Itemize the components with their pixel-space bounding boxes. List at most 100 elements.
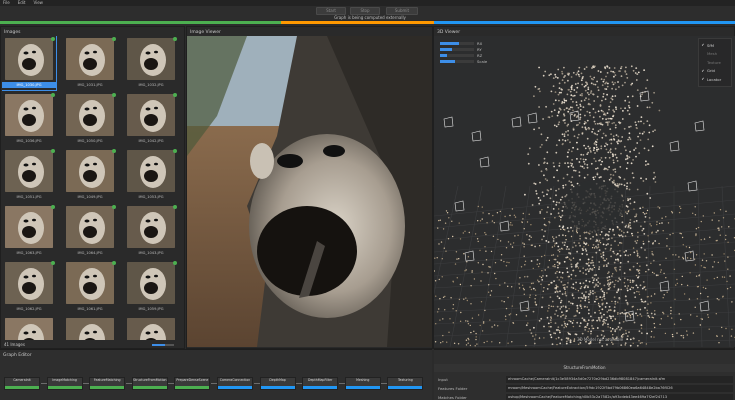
graph-node-status-bar [388, 386, 423, 389]
layer-toggle-sfm[interactable]: ✔ SfM [701, 41, 729, 50]
layer-toggle-locator[interactable]: ✔ Locator [701, 75, 729, 84]
graph-node[interactable]: StructureFromMotion [131, 377, 168, 390]
camera-control-label: RZ [477, 52, 483, 58]
camera-frustum [519, 300, 530, 312]
thumbnail-photo [5, 262, 53, 304]
viewer-3d-status: 3D Model not available [576, 337, 624, 342]
graph-node[interactable]: CameraConnection [217, 377, 253, 390]
attribute-editor-node-title: StructureFromMotion [434, 364, 735, 372]
camera-control-slider[interactable] [440, 47, 474, 51]
layer-label: Locator [707, 76, 722, 82]
camera-frustum [499, 220, 510, 232]
graph-node[interactable]: PrepareDenseScene [174, 377, 211, 390]
graph-node-status-bar [260, 386, 295, 389]
attribute-key: Input [438, 376, 448, 382]
camera-control-slider[interactable] [440, 53, 474, 57]
image-thumbnail[interactable]: IMG_1042.JPG [124, 92, 178, 146]
graph-node[interactable]: Meshing [344, 377, 381, 390]
image-count: 41 Images [4, 342, 25, 347]
image-thumbnail[interactable] [63, 316, 117, 340]
thumbnail-caption: IMG_1043.JPG [138, 251, 164, 255]
camera-control-slider[interactable] [440, 59, 474, 63]
reconstructed-status-icon [112, 37, 116, 41]
image-thumbnail[interactable]: IMG_1064.JPG [63, 204, 117, 258]
layer-toggle-grid[interactable]: ✔ Grid [701, 67, 729, 76]
thumbnail-photo [66, 94, 114, 136]
graph-node[interactable]: CameraInit [4, 377, 40, 390]
camera-frustum [454, 200, 465, 212]
camera-frustum [443, 116, 454, 128]
image-thumbnail[interactable]: IMG_1036.JPG [2, 92, 56, 146]
reconstructed-status-icon [51, 37, 55, 41]
thumbnail-caption: IMG_1051.JPG [16, 195, 42, 199]
thumbnail-size-slider[interactable] [152, 344, 174, 346]
reconstructed-status-icon [51, 149, 55, 153]
image-thumbnail[interactable]: IMG_1061.JPG [63, 260, 117, 314]
graph-node-label: Meshing [356, 378, 370, 382]
layer-toggle-mesh[interactable]: Mesh [701, 50, 729, 59]
images-panel-title: Images [4, 30, 21, 35]
camera-control-scale[interactable]: Scale [440, 58, 500, 64]
reconstructed-status-icon [173, 37, 177, 41]
graph-node-status-bar [90, 386, 125, 389]
thumbnail-photo [127, 318, 175, 340]
thumbnail-photo [66, 206, 114, 248]
image-thumbnail[interactable]: IMG_1062.JPG [2, 260, 56, 314]
thumbnail-caption: IMG_1032.JPG [138, 83, 164, 87]
thumbnail-caption: IMG_1062.JPG [16, 307, 42, 311]
graph-node-status-bar [345, 386, 380, 389]
graph-node[interactable]: DepthMap [259, 377, 296, 390]
camera-frustum [659, 280, 670, 292]
graph-node[interactable]: Texturing [387, 377, 424, 390]
attribute-row: Matches Folder oshop/MeshroomCache/Featur… [436, 393, 733, 400]
graph-editor[interactable]: Graph Editor CameraInit ImageMatching Feat… [0, 349, 432, 400]
checkbox-icon: ✔ [701, 68, 705, 73]
camera-control-slider[interactable] [440, 41, 474, 45]
attribute-value-field[interactable]: oshop/MeshroomCache/FeatureMatching/d0b5… [506, 393, 733, 400]
reconstructed-status-icon [173, 93, 177, 97]
attribute-row: Features Folder mroom/MeshroomCache/Featu… [436, 384, 733, 392]
image-thumbnail[interactable]: IMG_1050.JPG [63, 92, 117, 146]
reconstructed-status-icon [112, 205, 116, 209]
camera-control-label: RX [477, 40, 483, 46]
attribute-key: Features Folder [438, 385, 468, 391]
image-thumbnail[interactable]: IMG_1043.JPG [124, 204, 178, 258]
layer-toggle-texture[interactable]: Texture [701, 58, 729, 67]
layer-label: Mesh [707, 51, 717, 57]
attribute-value-field[interactable]: ehroomCache/CameraInit/1c3e58934a5d0e727… [506, 375, 733, 383]
reconstructed-status-icon [51, 261, 55, 265]
image-thumbnail[interactable]: IMG_1059.JPG [124, 260, 178, 314]
image-thumbnail[interactable]: IMG_1051.JPG [2, 148, 56, 202]
camera-frustum [687, 180, 698, 192]
image-thumbnail[interactable]: IMG_1053.JPG [124, 148, 178, 202]
image-thumbnail[interactable]: IMG_1031.JPG [63, 36, 117, 90]
graph-node-status-bar [175, 386, 210, 389]
graph-node-label: Texturing [398, 378, 413, 382]
stop-button[interactable]: Stop [350, 7, 380, 15]
viewer-3d-canvas[interactable] [434, 36, 735, 347]
submit-button[interactable]: Submit [386, 7, 418, 15]
progress-segment-done [0, 21, 281, 24]
image-thumbnail[interactable]: IMG_1032.JPG [124, 36, 178, 90]
start-button[interactable]: Start [316, 7, 346, 15]
thumbnail-caption: IMG_1031.JPG [77, 83, 103, 87]
image-thumbnail[interactable]: IMG_1063.JPG [2, 204, 56, 258]
image-thumbnail[interactable]: IMG_1049.JPG [63, 148, 117, 202]
thumbnail-caption: IMG_1050.JPG [77, 139, 103, 143]
reconstructed-status-icon [173, 205, 177, 209]
graph-node[interactable]: ImageMatching [46, 377, 83, 390]
camera-frustum [511, 116, 522, 128]
layer-label: Texture [707, 59, 721, 65]
thumbnail-caption: IMG_1030.JPG [2, 82, 56, 88]
graph-node-label: StructureFromMotion [133, 378, 167, 382]
image-thumbnail[interactable]: IMG_1030.JPG [2, 36, 57, 91]
graph-node[interactable]: DepthMapFilter [302, 377, 339, 390]
image-thumbnail[interactable] [124, 316, 178, 340]
thumbnail-caption: IMG_1053.JPG [138, 195, 164, 199]
tree-face-photo [187, 36, 432, 347]
attribute-value-field[interactable]: mroom/MeshroomCache/FeatureExtraction/59… [506, 384, 733, 392]
image-thumbnail[interactable] [2, 316, 56, 340]
thumbnail-photo [66, 262, 114, 304]
graph-node[interactable]: FeatureMatching [89, 377, 126, 390]
image-viewer-photo[interactable] [187, 36, 432, 347]
